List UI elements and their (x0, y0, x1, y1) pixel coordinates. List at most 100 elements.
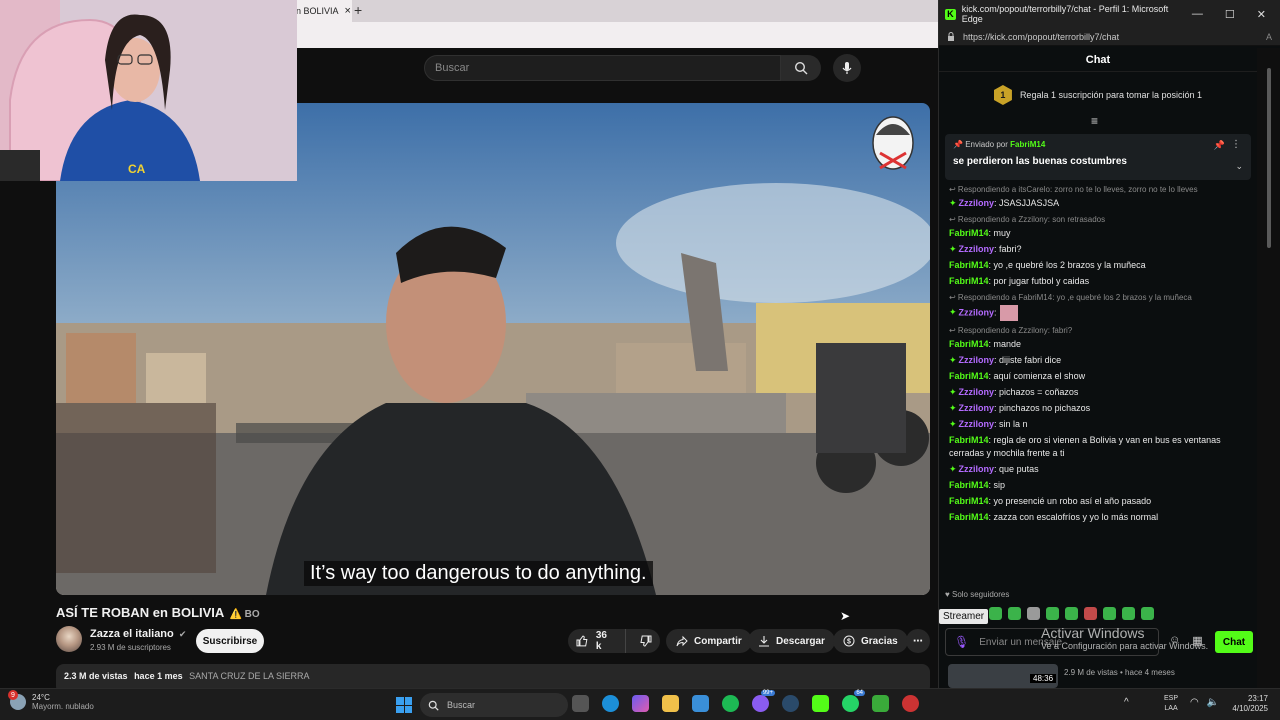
chat-reply-context[interactable]: ↩ Respondiendo a Zzzilony: fabri? (949, 326, 1249, 335)
emote-1[interactable] (989, 607, 1002, 620)
subscribe-button[interactable]: Suscribirse (196, 629, 264, 653)
chat-username[interactable]: FabriM14 (949, 260, 989, 270)
more-actions-button[interactable]: ⋯ (906, 629, 930, 653)
youtube-search-button[interactable] (781, 55, 821, 81)
youtube-search-input[interactable]: Buscar (424, 55, 781, 81)
gift-leaderboard-banner[interactable]: 1 Regala 1 suscripción para tomar la pos… (939, 82, 1257, 108)
pinned-by-user[interactable]: FabriM14 (1010, 140, 1045, 149)
chat-username[interactable]: Zzzilony (959, 464, 995, 474)
maximize-icon[interactable]: ☐ (1225, 8, 1235, 21)
browser-tab-active[interactable]: n BOLIVIA × (292, 0, 352, 22)
clock[interactable]: 23:17 4/10/2025 (1228, 694, 1268, 714)
chat-message[interactable]: ✦ Zzzilony: pichazos = coñazos (949, 386, 1249, 399)
chat-username[interactable]: Zzzilony (959, 403, 995, 413)
pin-icon[interactable]: 📌 (1214, 140, 1225, 151)
youtube-voice-search-button[interactable] (833, 54, 861, 82)
chat-username[interactable]: FabriM14 (949, 228, 989, 238)
emote-5[interactable] (1065, 607, 1078, 620)
chat-username[interactable]: FabriM14 (949, 496, 989, 506)
emote-6[interactable] (1084, 607, 1097, 620)
chat-message[interactable]: FabriM14: por jugar futbol y caidas (949, 275, 1249, 288)
game-icon[interactable] (872, 695, 889, 712)
description-box[interactable]: 2.3 M de vistas hace 1 mes SANTA CRUZ DE… (56, 664, 930, 688)
chat-message[interactable]: ✦ Zzzilony: (949, 305, 1249, 321)
chat-message[interactable]: ✦ Zzzilony: pinchazos no pichazos (949, 402, 1249, 415)
download-button[interactable]: Descargar (748, 629, 835, 653)
chat-message[interactable]: FabriM14: mande (949, 338, 1249, 351)
whatsapp-icon[interactable]: 64 (842, 690, 865, 712)
scrollbar-thumb[interactable] (1267, 68, 1271, 248)
chat-username[interactable]: FabriM14 (949, 512, 989, 522)
tab-close-icon[interactable]: × (345, 5, 351, 17)
edge-icon[interactable] (602, 695, 619, 712)
taskbar-search[interactable]: Buscar (420, 693, 568, 717)
emote-4[interactable] (1046, 607, 1059, 620)
spotify-icon[interactable] (722, 695, 739, 712)
volume-icon[interactable]: 🔈 (1207, 697, 1219, 708)
weather-widget[interactable]: 9 24°C Mayorm. nublado (8, 690, 94, 711)
file-explorer-icon[interactable] (572, 695, 589, 712)
emote-3[interactable] (1027, 607, 1040, 620)
channel-watermark-logo[interactable] (868, 113, 918, 179)
read-aloud-icon[interactable]: A (1266, 32, 1272, 42)
emote-2[interactable] (1008, 607, 1021, 620)
photos-icon[interactable] (692, 695, 709, 712)
chat-username[interactable]: FabriM14 (949, 480, 989, 490)
wifi-icon[interactable]: ◠ (1190, 697, 1199, 708)
messenger-icon[interactable]: 99+ (752, 690, 775, 712)
emote-7[interactable] (1103, 607, 1116, 620)
chat-username[interactable]: Zzzilony (959, 387, 995, 397)
chat-message[interactable]: ✦ Zzzilony: fabri? (949, 243, 1249, 256)
chat-message[interactable]: ✦ Zzzilony: que putas (949, 463, 1249, 476)
chat-message[interactable]: ✦ Zzzilony: sin la n (949, 418, 1249, 431)
chat-reply-context[interactable]: ↩ Respondiendo a FabriM14: yo ,e quebré … (949, 293, 1249, 302)
chat-message[interactable]: FabriM14: zazza con escalofríos y yo lo … (949, 511, 1249, 524)
minimize-icon[interactable]: — (1192, 8, 1203, 21)
chat-reply-context[interactable]: ↩ Respondiendo a itsCarelo: zorro no te … (949, 185, 1249, 194)
thanks-button[interactable]: $ Gracias (833, 629, 908, 653)
folder-icon[interactable] (662, 695, 679, 712)
kick-app-icon[interactable] (812, 695, 829, 712)
chat-username[interactable]: Zzzilony (959, 355, 995, 365)
chat-message[interactable]: FabriM14: muy (949, 227, 1249, 240)
location-link[interactable]: SANTA CRUZ DE LA SIERRA (189, 671, 309, 681)
collapse-icon[interactable]: ≡ (1091, 114, 1098, 128)
steam-icon[interactable] (782, 695, 799, 712)
chevron-down-icon[interactable]: ⌄ (1235, 161, 1243, 172)
channel-avatar[interactable] (56, 626, 82, 652)
chat-username[interactable]: FabriM14 (949, 276, 989, 286)
copilot-icon[interactable] (632, 695, 649, 712)
chat-username[interactable]: FabriM14 (949, 435, 989, 445)
chat-message[interactable]: ✦ Zzzilony: dijiste fabri dice (949, 354, 1249, 367)
chat-message[interactable]: FabriM14: aquí comienza el show (949, 370, 1249, 383)
chat-message[interactable]: FabriM14: yo presencié un robo así el añ… (949, 495, 1249, 508)
close-icon[interactable]: ✕ (1257, 8, 1266, 21)
emote-9[interactable] (1141, 607, 1154, 620)
chat-username[interactable]: Zzzilony (959, 419, 995, 429)
chat-message[interactable]: FabriM14: yo ,e quebré los 2 brazos y la… (949, 259, 1249, 272)
chat-username[interactable]: Zzzilony (959, 244, 995, 254)
like-button[interactable]: 36 k (568, 629, 626, 653)
share-button[interactable]: Compartir (666, 629, 752, 653)
chat-message[interactable]: FabriM14: sip (949, 479, 1249, 492)
recommended-video-peek[interactable]: 48:36 2.9 M de vistas • hace 4 meses (944, 662, 1264, 688)
chat-username[interactable]: FabriM14 (949, 371, 989, 381)
microphone-icon[interactable]: 🎙 (954, 635, 969, 649)
new-tab-button[interactable]: + (354, 2, 362, 18)
dislike-button[interactable] (632, 629, 660, 653)
emote-8[interactable] (1122, 607, 1135, 620)
chat-username[interactable]: Zzzilony (959, 307, 995, 317)
chat-username[interactable]: FabriM14 (949, 339, 989, 349)
tray-chevron[interactable]: ^ (1124, 697, 1129, 708)
pinned-message[interactable]: 📌 Enviado por FabriM14 se perdieron las … (945, 134, 1251, 180)
chat-username[interactable]: Zzzilony (959, 198, 995, 208)
chat-message[interactable]: FabriM14: regla de oro si vienen a Boliv… (949, 434, 1249, 460)
chat-scrollbar[interactable] (1257, 48, 1280, 688)
language-indicator[interactable]: ESP LAA (1164, 694, 1178, 714)
chat-message[interactable]: ✦ Zzzilony: JSASJJASJSA (949, 197, 1249, 210)
chat-reply-context[interactable]: ↩ Respondiendo a Zzzilony: son retrasado… (949, 215, 1249, 224)
chat-send-button[interactable]: Chat (1215, 631, 1253, 653)
windows-start-icon[interactable] (396, 697, 412, 713)
app-red-icon[interactable] (902, 695, 919, 712)
channel-name[interactable]: Zazza el italiano ✔ (90, 628, 186, 640)
